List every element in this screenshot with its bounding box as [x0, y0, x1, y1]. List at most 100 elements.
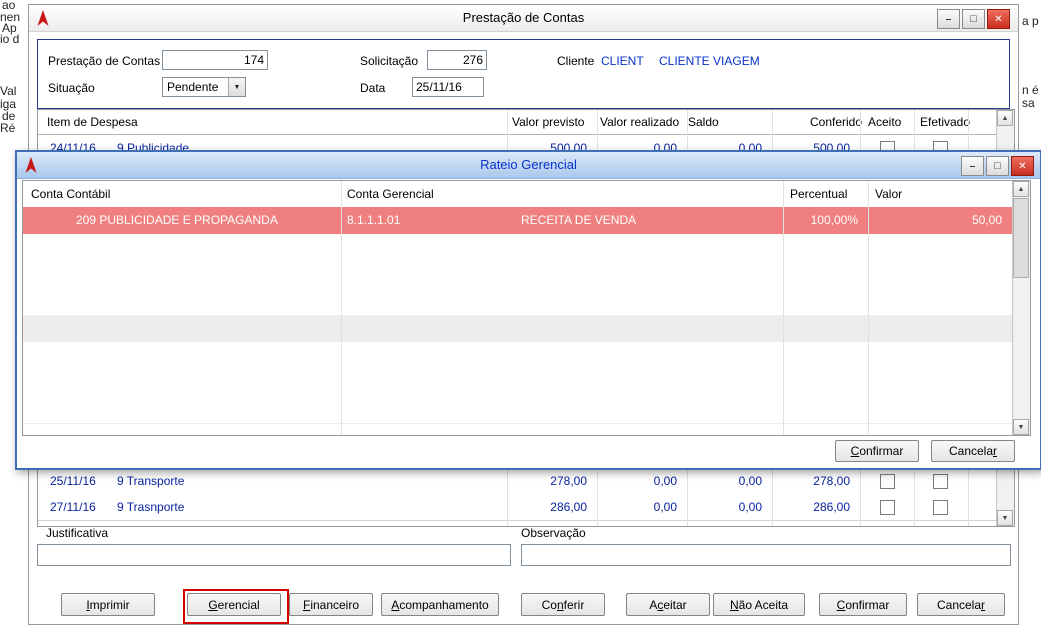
empty-row [23, 261, 1013, 289]
observacao-label: Observação [521, 526, 586, 540]
vertical-scrollbar[interactable] [1012, 181, 1030, 435]
aceitar-button[interactable]: Aceitar [626, 593, 710, 616]
row-date: 25/11/16 [50, 474, 96, 488]
data-label: Data [360, 81, 386, 95]
cliente-label: Cliente [557, 54, 595, 68]
col-percentual: Percentual [790, 187, 848, 201]
scroll-down-icon [1002, 515, 1009, 522]
row-conferido: 286,00 [813, 500, 850, 514]
maximize-icon [970, 13, 977, 25]
bg-text-fragment: a p [1022, 14, 1039, 28]
nao-aceita-button[interactable]: Não Aceita [713, 593, 805, 616]
main-caption-buttons [937, 9, 1010, 29]
scroll-down-button[interactable] [997, 510, 1013, 526]
bg-text-fragment: Val [0, 84, 17, 98]
acompanhamento-button[interactable]: Acompanhamento [381, 593, 499, 616]
col-conta-contabil: Conta Contábil [31, 187, 111, 201]
solicitacao-input[interactable] [427, 50, 487, 70]
col-efetivado: Efetivado [920, 115, 971, 129]
row-saldo: 0,00 [738, 500, 762, 514]
table-row[interactable]: 27/11/16 9 Trasnporte 286,00 0,00 0,00 2… [38, 494, 997, 521]
minimize-button[interactable] [937, 9, 960, 29]
conta-contabil: 209 PUBLICIDADE E PROPAGANDA [76, 213, 278, 227]
screen: ao nen Ap io d Val iga de Ré a p n é sa … [0, 0, 1041, 628]
scroll-up-button[interactable] [997, 110, 1013, 126]
aceito-checkbox[interactable] [880, 474, 895, 489]
rateio-gerencial-window: Rateio Gerencial Conta Contábil Conta Ge… [15, 150, 1041, 470]
despesas-table-header: Item de Despesa Valor previsto Valor rea… [38, 110, 997, 135]
row-realizado: 0,00 [653, 474, 677, 488]
close-button[interactable] [987, 9, 1010, 29]
conferir-button[interactable]: Conferir [521, 593, 605, 616]
confirmar-button[interactable]: Confirmar [835, 440, 919, 462]
solicitacao-label: Solicitação [360, 54, 419, 68]
cliente-name: CLIENTE VIAGEM [659, 54, 760, 68]
aceito-checkbox[interactable] [880, 500, 895, 515]
financeiro-button[interactable]: Financeiro [289, 593, 373, 616]
observacao-input[interactable] [521, 544, 1011, 566]
empty-row [23, 342, 1013, 370]
scrollbar-thumb[interactable] [1013, 198, 1029, 278]
row-realizado: 0,00 [653, 500, 677, 514]
header-form: Prestação de Contas Solicitação Cliente … [37, 39, 1010, 109]
prestacao-label: Prestação de Contas [48, 54, 161, 68]
row-item: 9 Transporte [117, 474, 185, 488]
justificativa-input[interactable] [37, 544, 511, 566]
col-conferido: Conferido [810, 115, 863, 129]
grid-line [868, 181, 869, 435]
cliente-code: CLIENT [601, 54, 644, 68]
bg-text-fragment: sa [1022, 96, 1035, 110]
conta-gerencial-code: 8.1.1.1.01 [347, 213, 401, 227]
modal-titlebar: Rateio Gerencial [17, 152, 1040, 179]
minimize-button[interactable] [961, 156, 984, 176]
justificativa-label: Justificativa [46, 526, 109, 540]
scroll-up-icon [1002, 115, 1009, 122]
maximize-button[interactable] [962, 9, 985, 29]
modal-caption-buttons [961, 156, 1034, 176]
col-valor-realizado: Valor realizado [600, 115, 680, 129]
rateio-row-selected[interactable]: 209 PUBLICIDADE E PROPAGANDA 8.1.1.1.01 … [23, 207, 1013, 235]
col-saldo: Saldo [688, 115, 719, 129]
bg-text-fragment: n é [1022, 83, 1039, 97]
efetivado-checkbox[interactable] [933, 474, 948, 489]
situacao-value: Pendente [167, 80, 219, 94]
col-valor: Valor [875, 187, 903, 201]
prestacao-input[interactable] [162, 50, 268, 70]
valor: 50,00 [971, 213, 1002, 227]
conta-gerencial-name: RECEITA DE VENDA [521, 213, 637, 227]
empty-row [23, 315, 1013, 343]
col-valor-previsto: Valor previsto [512, 115, 585, 129]
minimize-icon [970, 161, 976, 172]
table-row[interactable]: 25/11/16 9 Transporte 278,00 0,00 0,00 2… [38, 468, 997, 495]
close-button[interactable] [1011, 156, 1034, 176]
gerencial-button[interactable]: Gerencial [187, 593, 281, 616]
row-previsto: 278,00 [550, 474, 587, 488]
scroll-down-button[interactable] [1013, 419, 1029, 435]
minimize-icon [946, 14, 952, 25]
cancelar-button[interactable]: Cancelar [931, 440, 1015, 462]
empty-row [23, 369, 1013, 397]
chevron-down-icon [228, 78, 245, 96]
bg-text-fragment: io d [0, 32, 20, 46]
main-titlebar: Prestação de Contas [29, 5, 1018, 32]
row-saldo: 0,00 [738, 474, 762, 488]
scroll-up-button[interactable] [1013, 181, 1029, 197]
efetivado-checkbox[interactable] [933, 500, 948, 515]
maximize-button[interactable] [986, 156, 1009, 176]
col-aceito: Aceito [868, 115, 902, 129]
situacao-label: Situação [48, 81, 95, 95]
situacao-select[interactable]: Pendente [162, 77, 246, 97]
rateio-table: Conta Contábil Conta Gerencial Percentua… [22, 180, 1031, 436]
cancelar-button[interactable]: Cancelar [917, 593, 1005, 616]
bg-text-fragment: Ré [0, 121, 16, 135]
col-item-de-despesa: Item de Despesa [47, 115, 138, 129]
close-icon [1018, 161, 1026, 172]
row-item: 9 Trasnporte [117, 500, 185, 514]
row-conferido: 278,00 [813, 474, 850, 488]
data-input[interactable] [412, 77, 484, 97]
scroll-up-icon [1018, 186, 1025, 193]
rateio-table-header: Conta Contábil Conta Gerencial Percentua… [23, 181, 1013, 208]
empty-row [23, 234, 1013, 262]
imprimir-button[interactable]: Imprimir [61, 593, 155, 616]
confirmar-button[interactable]: Confirmar [819, 593, 907, 616]
